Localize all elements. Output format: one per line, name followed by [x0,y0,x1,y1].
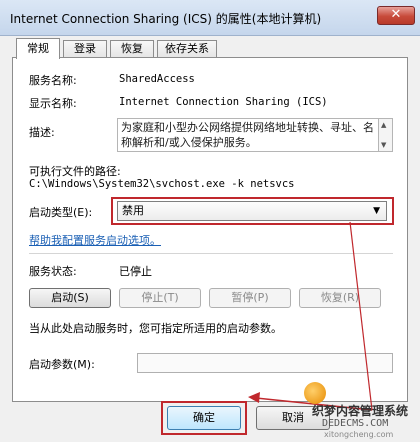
help-link[interactable]: 帮助我配置服务启动选项。 [29,232,161,248]
scroll-down-icon: ▼ [381,141,387,149]
service-name-label: 服务名称: [29,74,77,87]
status-label: 服务状态: [29,265,77,278]
display-name-value: Internet Connection Sharing (ICS) [119,96,328,108]
tab-recovery[interactable]: 恢复 [110,40,154,58]
close-button[interactable]: ✕ [377,6,415,25]
exe-path-value: C:\Windows\System32\svchost.exe -k netsv… [29,178,295,190]
general-panel: 服务名称: SharedAccess 显示名称: Internet Connec… [12,57,408,402]
description-scrollbar[interactable]: ▲ ▼ [379,118,393,152]
service-name-value: SharedAccess [119,73,195,85]
startup-type-select[interactable]: 禁用 ▼ [117,201,387,221]
startup-type-label: 启动类型(E): [29,206,93,219]
tab-logon[interactable]: 登录 [63,40,107,58]
description-text[interactable]: 为家庭和小型办公网络提供网络地址转换、寻址、名称解析和/或入侵保护服务。 [117,118,379,152]
separator [29,253,393,254]
resume-button[interactable]: 恢复(R) [299,288,381,308]
display-name-label: 显示名称: [29,97,77,110]
pause-button[interactable]: 暂停(P) [209,288,291,308]
start-param-label: 启动参数(M): [29,358,95,371]
tab-general[interactable]: 常规 [16,38,60,59]
scroll-up-icon: ▲ [381,121,387,129]
title-bar: Internet Connection Sharing (ICS) 的属性(本地… [0,0,420,36]
chevron-down-icon: ▼ [373,206,380,216]
start-button[interactable]: 启动(S) [29,288,111,308]
close-icon: ✕ [390,7,402,22]
stop-button[interactable]: 停止(T) [119,288,201,308]
watermark-line2: DEDECMS.COM [322,418,389,429]
exe-path-label: 可执行文件的路径: [29,165,121,178]
window-title: Internet Connection Sharing (ICS) 的属性(本地… [10,12,322,26]
cancel-button[interactable]: 取消 [256,406,330,430]
description-label: 描述: [29,126,55,139]
ok-button[interactable]: 确定 [167,406,241,430]
start-param-input[interactable] [137,353,393,373]
watermark-line3: xitongcheng.com [324,430,394,439]
status-value: 已停止 [119,265,152,278]
startup-hint: 当从此处启动服务时，您可指定所适用的启动参数。 [29,322,282,335]
startup-type-value: 禁用 [122,204,144,217]
tab-dependencies[interactable]: 依存关系 [157,40,217,58]
